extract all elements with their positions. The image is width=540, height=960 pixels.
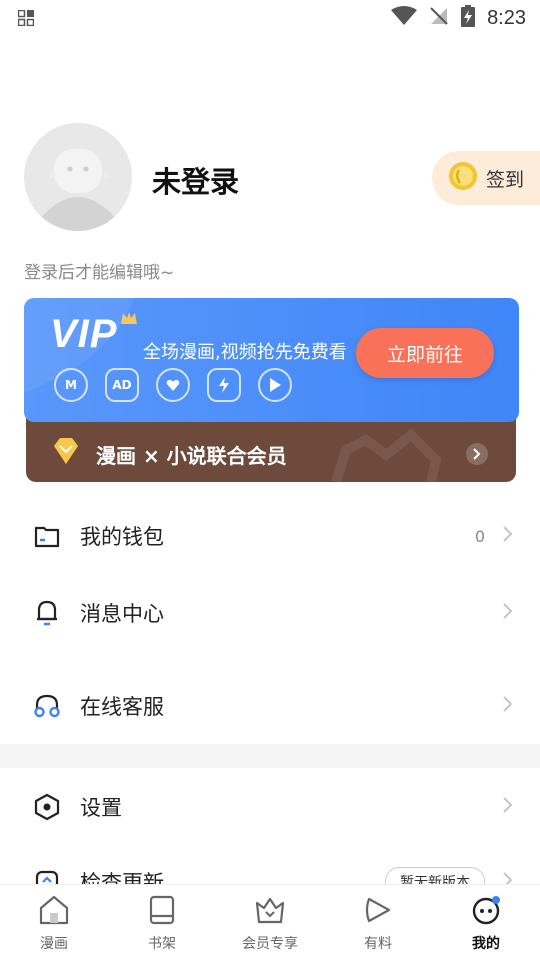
vip-card[interactable]: VIP 全场漫画,视频抢先免费看 立即前往 M AD bbox=[24, 298, 519, 422]
menu-messages[interactable]: 消息中心 bbox=[0, 583, 540, 643]
login-hint: 登录后才能编辑哦~ bbox=[24, 263, 175, 283]
section-divider bbox=[0, 744, 540, 768]
chevron-right-icon bbox=[503, 603, 513, 623]
no-signal-icon bbox=[429, 6, 449, 30]
vip-crown-icon bbox=[254, 895, 286, 929]
profile-section: 未登录 签到 bbox=[24, 123, 540, 233]
bookshelf-icon bbox=[147, 895, 177, 929]
vip-logo: VIP bbox=[50, 312, 118, 356]
tab-discover[interactable]: 有料 bbox=[324, 885, 432, 960]
menu-settings-label: 设置 bbox=[80, 796, 122, 820]
menu-support-label: 在线客服 bbox=[80, 695, 164, 719]
bottom-tab-bar: 漫画 书架 会员专享 有料 我的 bbox=[0, 884, 540, 960]
menu-wallet-label: 我的钱包 bbox=[80, 525, 164, 549]
status-bar: 8:23 bbox=[0, 0, 540, 36]
wallet-balance: 0 bbox=[474, 526, 485, 546]
tab-label: 会员专享 bbox=[242, 936, 298, 952]
checkin-label: 签到 bbox=[486, 168, 525, 191]
tab-comics[interactable]: 漫画 bbox=[0, 885, 108, 960]
ad-free-icon: AD bbox=[105, 368, 139, 402]
lightning-shield-icon bbox=[207, 368, 241, 402]
tab-label: 我的 bbox=[472, 936, 500, 952]
chevron-right-icon bbox=[503, 526, 513, 546]
status-time: 8:23 bbox=[487, 6, 526, 29]
play-bubble-icon bbox=[362, 895, 394, 929]
menu-settings[interactable]: 设置 bbox=[0, 777, 540, 837]
union-label: 漫画 × 小说联合会员 bbox=[96, 444, 287, 468]
vip-go-button[interactable]: 立即前往 bbox=[356, 328, 494, 378]
tab-label: 漫画 bbox=[40, 936, 68, 952]
coin-icon bbox=[448, 161, 478, 195]
wallet-icon bbox=[32, 521, 62, 551]
bell-icon bbox=[32, 598, 62, 628]
wifi-icon bbox=[391, 6, 418, 30]
settings-hexagon-icon bbox=[32, 792, 62, 822]
menu-support[interactable]: 在线客服 bbox=[0, 676, 540, 736]
headset-icon bbox=[32, 691, 62, 721]
chevron-right-icon bbox=[466, 443, 488, 465]
checkin-button[interactable]: 签到 bbox=[432, 151, 540, 205]
home-icon bbox=[37, 895, 71, 929]
avatar[interactable] bbox=[24, 123, 132, 231]
profile-face-icon bbox=[470, 895, 502, 929]
battery-charging-icon bbox=[461, 5, 476, 31]
crown-badge-icon bbox=[120, 310, 138, 330]
notification-icon bbox=[18, 10, 34, 26]
username[interactable]: 未登录 bbox=[152, 159, 239, 201]
menu-messages-label: 消息中心 bbox=[80, 602, 164, 626]
play-icon bbox=[258, 368, 292, 402]
menu-wallet[interactable]: 我的钱包 0 bbox=[0, 506, 540, 566]
tab-vip[interactable]: 会员专享 bbox=[216, 885, 324, 960]
tab-label: 书架 bbox=[148, 936, 176, 952]
vip-benefit-icons: M AD bbox=[54, 368, 292, 402]
tab-label: 有料 bbox=[364, 936, 392, 952]
comic-m-icon: M bbox=[54, 368, 88, 402]
tab-mine[interactable]: 我的 bbox=[432, 885, 540, 960]
chevron-right-icon bbox=[503, 797, 513, 817]
chevron-right-icon bbox=[503, 696, 513, 716]
tab-bookshelf[interactable]: 书架 bbox=[108, 885, 216, 960]
vip-crown-icon bbox=[52, 438, 80, 468]
vip-description: 全场漫画,视频抢先免费看 bbox=[143, 342, 347, 363]
heart-icon bbox=[156, 368, 190, 402]
